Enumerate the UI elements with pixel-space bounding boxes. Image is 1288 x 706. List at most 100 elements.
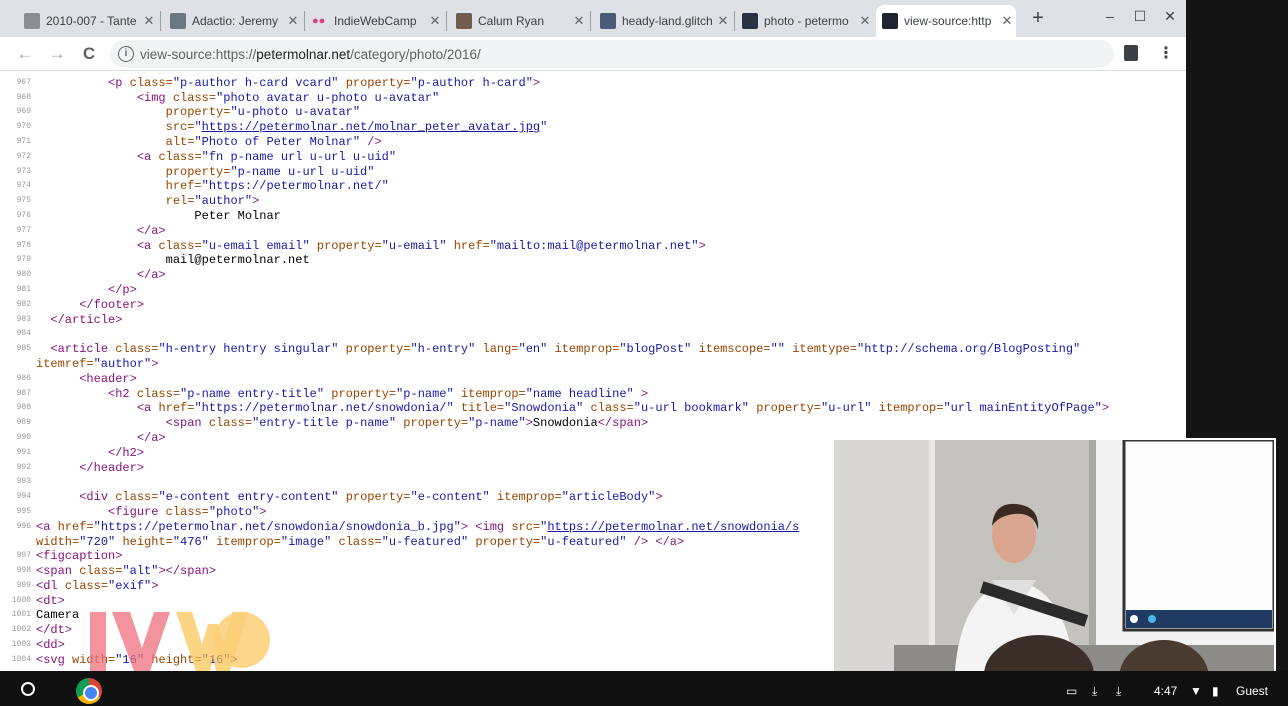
source-line: 980 </a> xyxy=(0,268,1186,283)
line-number: 969 xyxy=(16,107,31,117)
line-number: 990 xyxy=(16,432,31,442)
tab-title: Adactio: Jeremy xyxy=(192,14,279,28)
url-path: /category/photo/2016/ xyxy=(350,46,481,62)
chrome-app-icon[interactable] xyxy=(76,678,102,704)
line-number: 974 xyxy=(16,181,31,191)
line-number: 1002 xyxy=(11,625,31,635)
tab-favicon-icon xyxy=(24,13,40,29)
line-number: 996 xyxy=(16,521,31,531)
tab-close-icon[interactable]: ✕ xyxy=(140,13,158,29)
tab-close-icon[interactable]: ✕ xyxy=(426,13,444,29)
source-line: 972 <a class="fn p-name url u-url u-uid" xyxy=(0,150,1186,165)
source-line: 967 <p class="p-author h-card vcard" pro… xyxy=(0,76,1186,91)
extension-clipboard-icon[interactable] xyxy=(1124,45,1138,61)
line-number: 997 xyxy=(16,551,31,561)
line-number: 1004 xyxy=(11,654,31,664)
line-number: 978 xyxy=(16,240,31,250)
line-number: 991 xyxy=(16,447,31,457)
iwc-logo-icon xyxy=(90,612,270,671)
line-number: 1000 xyxy=(11,595,31,605)
line-code: Peter Molnar xyxy=(36,208,281,223)
source-line: 989 <span class="entry-title p-name" pro… xyxy=(0,416,1186,431)
tab-close-icon[interactable]: ✕ xyxy=(856,13,874,29)
line-number: 981 xyxy=(16,284,31,294)
download-icon[interactable]: ⤓ xyxy=(1092,684,1097,699)
line-number: 982 xyxy=(16,299,31,309)
tab-close-icon[interactable]: ✕ xyxy=(998,13,1016,29)
launcher-icon[interactable] xyxy=(21,682,35,696)
source-line: 977 </a> xyxy=(0,224,1186,239)
line-number: 993 xyxy=(16,477,31,487)
tab-title: photo - petermo xyxy=(764,14,849,28)
line-code: <a href="https://petermolnar.net/snowdon… xyxy=(136,401,1110,416)
minimize-button[interactable]: – xyxy=(1098,4,1122,28)
tab-title: IndieWebCamp xyxy=(334,14,417,28)
line-code: <span class="entry-title p-name" propert… xyxy=(165,416,649,431)
line-number: 980 xyxy=(16,270,31,280)
tab-favicon-icon xyxy=(742,13,758,29)
tab-favicon-icon xyxy=(882,13,898,29)
menu-kebab-icon[interactable]: ⋮ xyxy=(1156,43,1176,65)
line-code: itemref="author"> xyxy=(36,356,159,371)
new-tab-button[interactable]: + xyxy=(1026,6,1050,30)
line-number: 970 xyxy=(16,122,31,132)
tab-1[interactable]: 2010-007 - Tante ✕ xyxy=(18,5,158,37)
line-code: <p class="p-author h-card vcard" propert… xyxy=(108,75,541,90)
tab-favicon-icon xyxy=(170,13,186,29)
tab-title: view-source:http xyxy=(904,14,992,28)
line-number: 998 xyxy=(16,566,31,576)
line-number: 992 xyxy=(16,462,31,472)
line-code: </a> xyxy=(136,268,166,283)
line-number: 968 xyxy=(16,92,31,102)
source-line: 969 property="u-photo u-avatar" xyxy=(0,105,1186,120)
wifi-icon[interactable]: ▼ xyxy=(1190,684,1202,698)
user-label[interactable]: Guest xyxy=(1236,684,1268,698)
clock[interactable]: 4:47 xyxy=(1154,684,1177,698)
line-code: rel="author"> xyxy=(165,194,260,209)
tab-4[interactable]: Calum Ryan ✕ xyxy=(450,5,588,37)
back-button[interactable]: ← xyxy=(12,41,38,67)
tab-favicon-icon xyxy=(600,13,616,29)
address-bar[interactable]: i view-source:https://petermolnar.net/ca… xyxy=(110,40,1114,68)
tab-divider xyxy=(446,11,447,31)
source-line: 981 </p> xyxy=(0,283,1186,298)
line-number: 985 xyxy=(16,344,31,354)
indiewebcamp-favicon-icon: ●● xyxy=(312,15,326,27)
tab-close-icon[interactable]: ✕ xyxy=(570,13,588,29)
tab-2[interactable]: Adactio: Jeremy ✕ xyxy=(164,5,302,37)
tab-5[interactable]: heady-land.glitch ✕ xyxy=(594,5,732,37)
source-line: 986 <header> xyxy=(0,372,1186,387)
line-number: 984 xyxy=(16,329,31,339)
maximize-button[interactable]: ☐ xyxy=(1128,4,1152,28)
line-number: 972 xyxy=(16,151,31,161)
line-code: </footer> xyxy=(79,297,145,312)
forward-button[interactable]: → xyxy=(44,41,70,67)
close-window-button[interactable]: ✕ xyxy=(1158,4,1182,28)
source-line: 982 </footer> xyxy=(0,298,1186,313)
line-number: 983 xyxy=(16,314,31,324)
tab-7-active[interactable]: view-source:http ✕ xyxy=(876,5,1016,37)
screen-icon[interactable]: ▭ xyxy=(1066,684,1077,698)
line-code: <img class="photo avatar u-photo u-avata… xyxy=(136,90,440,105)
tab-title: heady-land.glitch xyxy=(622,14,713,28)
line-code: <a class="fn p-name url u-url u-uid" xyxy=(136,149,397,164)
tab-close-icon[interactable]: ✕ xyxy=(284,13,302,29)
line-code: <header> xyxy=(79,371,137,386)
line-number: 999 xyxy=(16,580,31,590)
tab-3[interactable]: ●● IndieWebCamp ✕ xyxy=(306,5,444,37)
source-line: 968 <img class="photo avatar u-photo u-a… xyxy=(0,91,1186,106)
tab-6[interactable]: photo - petermo ✕ xyxy=(736,5,874,37)
tab-title: 2010-007 - Tante xyxy=(46,14,137,28)
line-code: alt="Photo of Peter Molnar" /> xyxy=(165,134,382,149)
download-icon-2[interactable]: ⤓ xyxy=(1116,684,1121,699)
line-number: 1003 xyxy=(11,640,31,650)
battery-icon[interactable]: ▮ xyxy=(1212,684,1219,698)
line-code: </a> xyxy=(136,223,166,238)
source-line: 987 <h2 class="p-name entry-title" prope… xyxy=(0,387,1186,402)
source-line: itemref="author"> xyxy=(0,357,1186,372)
reload-button[interactable]: C xyxy=(76,41,102,67)
source-line: 973 property="p-name u-url u-uid" xyxy=(0,165,1186,180)
speaker-video-overlay xyxy=(832,438,1276,690)
info-icon[interactable]: i xyxy=(118,46,134,62)
tab-close-icon[interactable]: ✕ xyxy=(714,13,732,29)
